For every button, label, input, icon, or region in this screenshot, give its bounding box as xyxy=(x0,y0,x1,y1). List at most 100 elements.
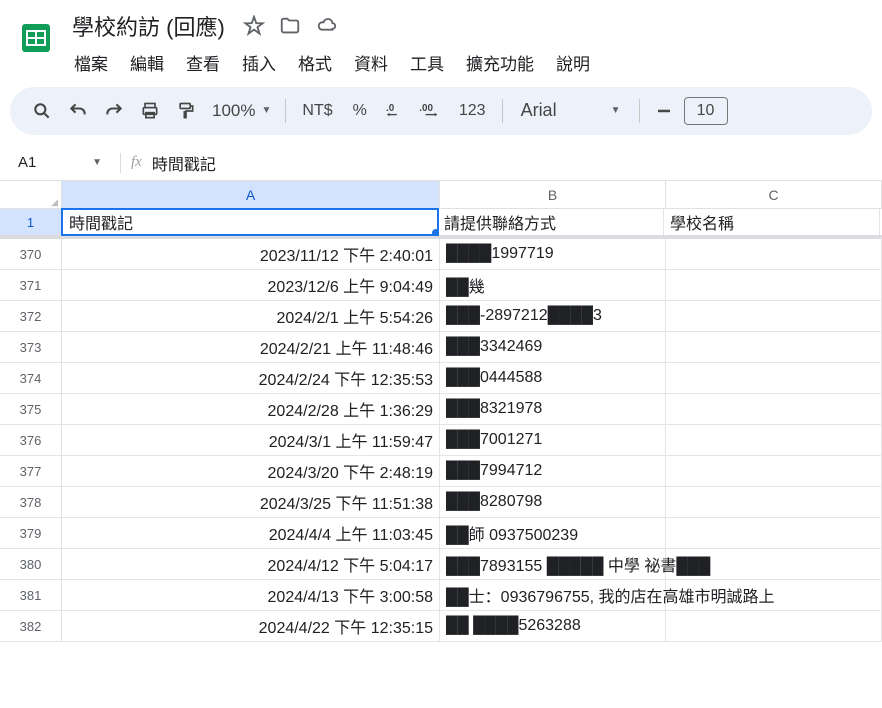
print-icon[interactable] xyxy=(134,95,166,127)
row-header[interactable]: 372 xyxy=(0,301,62,331)
row-header[interactable]: 375 xyxy=(0,394,62,424)
table-row: 3762024/3/1 上午 11:59:47███7001271 xyxy=(0,425,882,456)
table-row: 3712023/12/6 上午 9:04:49██幾 xyxy=(0,270,882,301)
sheets-logo[interactable] xyxy=(16,12,56,64)
redo-icon[interactable] xyxy=(98,95,130,127)
cell[interactable]: ███7001271 xyxy=(440,425,666,455)
cell[interactable] xyxy=(666,332,882,362)
decrease-decimal-icon[interactable]: .0 xyxy=(379,95,411,127)
fx-icon: fx xyxy=(131,154,142,171)
row-header[interactable]: 374 xyxy=(0,363,62,393)
menu-format[interactable]: 格式 xyxy=(290,46,340,79)
menu-data[interactable]: 資料 xyxy=(346,46,396,79)
cell[interactable]: ███8280798 xyxy=(440,487,666,517)
zoom-select[interactable]: 100%▼ xyxy=(206,101,277,121)
number-format-button[interactable]: 123 xyxy=(451,95,494,127)
chevron-down-icon: ▼ xyxy=(261,105,271,116)
cell[interactable] xyxy=(666,487,882,517)
cell[interactable] xyxy=(666,456,882,486)
row-header[interactable]: 1 xyxy=(0,209,62,235)
col-header-c[interactable]: C xyxy=(666,181,882,208)
cell[interactable] xyxy=(666,394,882,424)
menu-tools[interactable]: 工具 xyxy=(402,46,452,79)
cell[interactable] xyxy=(666,239,882,269)
cell[interactable] xyxy=(666,270,882,300)
cell[interactable]: 2024/4/4 上午 11:03:45 xyxy=(62,518,440,548)
cell[interactable]: ██幾 xyxy=(440,270,666,300)
table-row: 3802024/4/12 下午 5:04:17███7893155 █████ … xyxy=(0,549,882,580)
cell[interactable]: 2024/4/12 下午 5:04:17 xyxy=(62,549,440,579)
cell-a1[interactable]: 時間戳記 xyxy=(61,208,439,236)
name-box[interactable]: A1▼ xyxy=(10,154,110,171)
row-header[interactable]: 376 xyxy=(0,425,62,455)
cell[interactable]: 2024/4/13 下午 3:00:58 xyxy=(62,580,440,610)
spreadsheet-grid[interactable]: A B C 1 時間戳記 請提供聯絡方式 學校名稱 3702023/11/12 … xyxy=(0,181,882,642)
cell[interactable]: 2024/2/21 上午 11:48:46 xyxy=(62,332,440,362)
menu-view[interactable]: 查看 xyxy=(178,46,228,79)
currency-button[interactable]: NT$ xyxy=(294,95,340,127)
cell[interactable]: ███7994712 xyxy=(440,456,666,486)
cell[interactable]: ███8321978 xyxy=(440,394,666,424)
cell[interactable]: ███0444588 xyxy=(440,363,666,393)
col-header-b[interactable]: B xyxy=(440,181,666,208)
row-header[interactable]: 380 xyxy=(0,549,62,579)
cell[interactable] xyxy=(666,301,882,331)
row-header[interactable]: 381 xyxy=(0,580,62,610)
increase-decimal-icon[interactable]: .00 xyxy=(415,95,447,127)
cell[interactable]: ██師 0937500239 xyxy=(440,518,666,548)
cell[interactable]: ██ ████5263288 xyxy=(440,611,666,641)
cell[interactable] xyxy=(666,425,882,455)
select-all-corner[interactable] xyxy=(0,181,62,208)
doc-title[interactable]: 學校約訪 (回應) xyxy=(66,8,231,44)
col-header-a[interactable]: A xyxy=(62,181,440,208)
row-header[interactable]: 377 xyxy=(0,456,62,486)
cell-b1[interactable]: 請提供聯絡方式 xyxy=(438,209,664,235)
table-row: 3822024/4/22 下午 12:35:15██ ████5263288 xyxy=(0,611,882,642)
cell-c1[interactable]: 學校名稱 xyxy=(664,209,880,235)
row-header[interactable]: 373 xyxy=(0,332,62,362)
cell[interactable]: 2024/2/24 下午 12:35:53 xyxy=(62,363,440,393)
formula-input[interactable] xyxy=(152,154,872,172)
row-header[interactable]: 382 xyxy=(0,611,62,641)
paint-format-icon[interactable] xyxy=(170,95,202,127)
table-row: 3752024/2/28 上午 1:36:29███8321978 xyxy=(0,394,882,425)
search-icon[interactable] xyxy=(26,95,58,127)
cell[interactable] xyxy=(666,518,882,548)
cell[interactable]: ████1997719 xyxy=(440,239,666,269)
table-row: 3792024/4/4 上午 11:03:45██師 0937500239 xyxy=(0,518,882,549)
cloud-icon[interactable] xyxy=(315,15,339,37)
cell[interactable]: 2024/3/1 上午 11:59:47 xyxy=(62,425,440,455)
cell[interactable] xyxy=(666,363,882,393)
menu-edit[interactable]: 編輯 xyxy=(122,46,172,79)
cell[interactable] xyxy=(666,549,882,579)
cell[interactable] xyxy=(666,611,882,641)
undo-icon[interactable] xyxy=(62,95,94,127)
row-header[interactable]: 370 xyxy=(0,239,62,269)
cell[interactable]: 2024/3/25 下午 11:51:38 xyxy=(62,487,440,517)
font-size-input[interactable]: 10 xyxy=(684,97,728,125)
cell[interactable]: 2024/3/20 下午 2:48:19 xyxy=(62,456,440,486)
font-select[interactable]: Arial▼ xyxy=(511,100,631,121)
row-header[interactable]: 371 xyxy=(0,270,62,300)
percent-button[interactable]: % xyxy=(345,95,375,127)
row-header[interactable]: 379 xyxy=(0,518,62,548)
decrease-font-icon[interactable] xyxy=(648,95,680,127)
cell[interactable] xyxy=(666,580,882,610)
menu-help[interactable]: 說明 xyxy=(548,46,598,79)
cell[interactable]: ██士：0936796755, 我的店在高雄市明誠路上 xyxy=(440,580,666,610)
cell[interactable]: 2023/11/12 下午 2:40:01 xyxy=(62,239,440,269)
folder-icon[interactable] xyxy=(279,15,301,37)
star-icon[interactable] xyxy=(243,15,265,37)
cell[interactable]: ███-2897212████3 xyxy=(440,301,666,331)
menu-insert[interactable]: 插入 xyxy=(234,46,284,79)
cell[interactable]: 2024/4/22 下午 12:35:15 xyxy=(62,611,440,641)
table-row: 3782024/3/25 下午 11:51:38███8280798 xyxy=(0,487,882,518)
menu-extensions[interactable]: 擴充功能 xyxy=(458,46,542,79)
cell[interactable]: 2024/2/28 上午 1:36:29 xyxy=(62,394,440,424)
cell[interactable]: 2023/12/6 上午 9:04:49 xyxy=(62,270,440,300)
cell[interactable]: ███3342469 xyxy=(440,332,666,362)
cell[interactable]: 2024/2/1 上午 5:54:26 xyxy=(62,301,440,331)
row-header[interactable]: 378 xyxy=(0,487,62,517)
menu-file[interactable]: 檔案 xyxy=(66,46,116,79)
cell[interactable]: ███7893155 █████ 中學 祕書███ xyxy=(440,549,666,579)
